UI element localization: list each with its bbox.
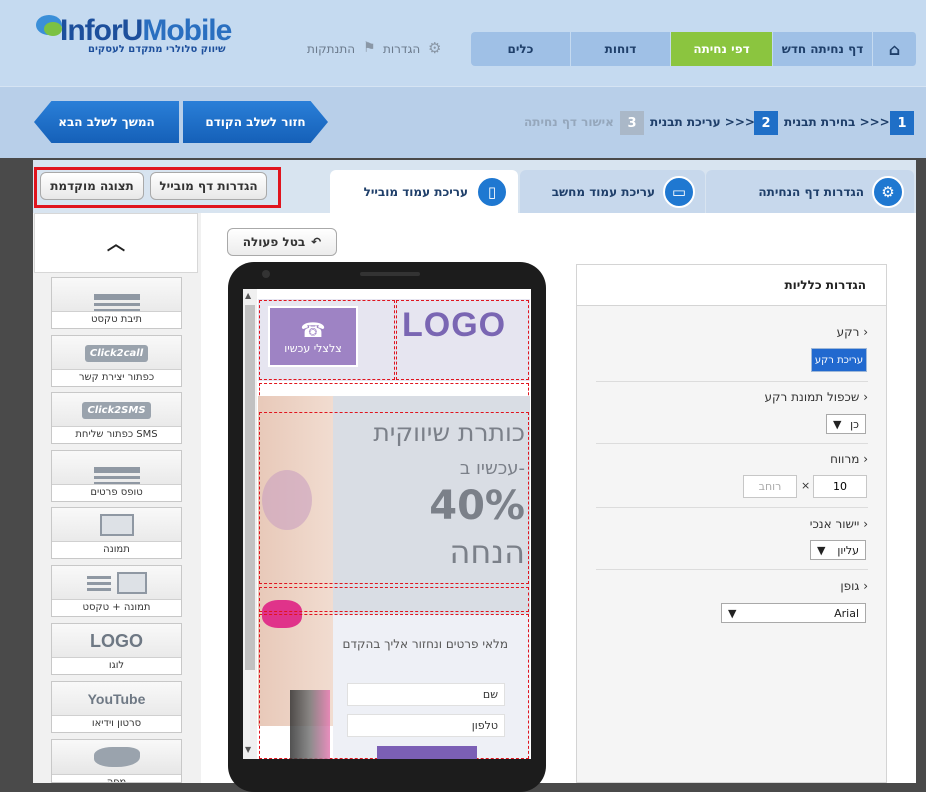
home-icon[interactable]: ⌂ <box>873 32 917 66</box>
divider-outline <box>259 587 529 612</box>
map-icon <box>52 740 181 774</box>
valign-label: יישור אנכי › <box>809 517 868 531</box>
speaker-icon <box>360 272 420 276</box>
width-input[interactable]: רוחב <box>743 475 797 498</box>
dup-label: שכפול תמונת רקע › <box>764 390 868 404</box>
widget-form[interactable]: טופס פרטים <box>51 450 182 502</box>
click2call-icon: Click2call <box>84 344 149 362</box>
divider <box>596 507 868 508</box>
monitor-icon: ▭ <box>663 175 695 208</box>
hero-discount: הנחה <box>449 533 525 571</box>
widget-click-to-sms[interactable]: Click2SMS כפתור שליחת SMS <box>51 392 182 444</box>
widget-image-text[interactable]: תמונה + טקסט <box>51 565 182 617</box>
hero-now: עכשיו ב- <box>459 458 525 479</box>
step-2-number: 2 <box>754 111 778 135</box>
image-text-icon <box>52 566 181 600</box>
prev-step-button[interactable]: חזור לשלב הקודם <box>183 101 328 143</box>
tab-mobile[interactable]: עריכת עמוד מובייל ▯ <box>330 170 518 213</box>
chevron-down-icon: ▼ <box>817 543 826 557</box>
step-1-label: בחירת תבנית >>> <box>784 115 890 129</box>
edit-background-button[interactable]: עריכת רקע <box>811 348 867 372</box>
submit-button[interactable] <box>377 746 477 759</box>
scroll-down-icon[interactable]: ▼ <box>245 745 251 754</box>
name-field[interactable]: שם <box>347 683 505 706</box>
step-3-number: 3 <box>620 111 644 135</box>
nav-tools[interactable]: כלים <box>471 32 571 66</box>
spacing-input[interactable]: 10 <box>813 475 867 498</box>
form-icon <box>52 451 181 485</box>
highlight-box <box>34 167 281 208</box>
widget-map[interactable]: מפה <box>51 739 182 783</box>
settings-link[interactable]: הגדרות <box>383 42 420 56</box>
logout-icon: ⚑ <box>363 40 376 56</box>
nav-reports[interactable]: דוחות <box>571 32 671 66</box>
chevron-down-icon: ▼ <box>833 417 842 431</box>
step-2-label: עריכת תבנית >>> <box>650 115 755 129</box>
logout-link[interactable]: התנתקות <box>307 42 355 56</box>
logo-icon: LOGO <box>90 630 143 651</box>
gear-icon: ⚙ <box>872 175 904 208</box>
phone-logo: LOGO <box>402 306 507 344</box>
image-icon <box>52 508 181 542</box>
widget-text-box[interactable]: תיבת טקסט <box>51 277 182 329</box>
hero-title: כותרת שיווקית <box>373 418 525 447</box>
widget-image[interactable]: תמונה <box>51 507 182 559</box>
next-step-button[interactable]: המשך לשלב הבא <box>34 101 179 143</box>
brushes-icon <box>290 690 330 759</box>
click2sms-icon: Click2SMS <box>82 401 151 419</box>
hero-percent: 40% <box>429 483 525 529</box>
dup-select[interactable]: ▼ כן <box>826 414 866 434</box>
scroll-up-icon[interactable]: ▲ <box>245 291 251 300</box>
phone-icon: ☎ <box>300 318 326 342</box>
times-sign: × <box>801 479 811 492</box>
valign-select[interactable]: ▼ עליון <box>810 540 866 560</box>
divider <box>596 381 868 382</box>
font-label: גופן › <box>840 579 868 593</box>
text-box-icon <box>52 278 181 318</box>
panel-title: הגדרות כלליות <box>577 265 886 306</box>
chevron-up-icon[interactable]: ︿ <box>34 213 198 273</box>
font-select[interactable]: ▼ Arial <box>721 603 866 623</box>
scroll-thumb[interactable] <box>245 305 255 670</box>
nav-landing-pages[interactable]: דפי נחיתה <box>671 32 773 66</box>
tab-desktop[interactable]: עריכת עמוד מחשב ▭ <box>520 170 705 213</box>
divider <box>596 443 868 444</box>
widget-click-to-call[interactable]: Click2call כפתור יצירת קשר <box>51 335 182 387</box>
phone-field[interactable]: טלפון <box>347 714 505 737</box>
bg-label: רקע › <box>836 325 868 339</box>
gear-icon: ⚙ <box>428 39 442 57</box>
mobile-icon: ▯ <box>476 175 508 208</box>
main-nav: כלים דוחות דפי נחיתה דף נחיתה חדש ⌂ <box>471 32 917 66</box>
call-now-button[interactable]: ☎ צלצלי עכשיו <box>268 306 358 367</box>
step-1-number: 1 <box>890 111 914 135</box>
step-3-label: אישור דף נחיתה <box>524 115 614 129</box>
widget-video[interactable]: YouTube סרטון וידיאו <box>51 681 182 733</box>
widget-logo[interactable]: LOGO לוגו <box>51 623 182 675</box>
nav-new-landing[interactable]: דף נחיתה חדש <box>773 32 873 66</box>
undo-icon: ↶ <box>311 235 322 249</box>
brand-tagline: שיווק סלולרי מתקדם לעסקים <box>88 44 226 55</box>
divider <box>596 569 868 570</box>
youtube-icon: YouTube <box>87 691 146 707</box>
chevron-down-icon: ▼ <box>728 606 737 620</box>
undo-button[interactable]: בטל פעולה ↶ <box>227 228 337 256</box>
brand-logo[interactable]: InforUMobile <box>60 14 232 48</box>
camera-icon <box>262 270 270 278</box>
spacing-label: מרווח › <box>830 452 868 466</box>
tab-landing-settings[interactable]: הגדרות דף הנחיתה ⚙ <box>706 170 914 213</box>
form-text: מלאי פרטים ונחזור אליך בהקדם <box>342 637 508 651</box>
